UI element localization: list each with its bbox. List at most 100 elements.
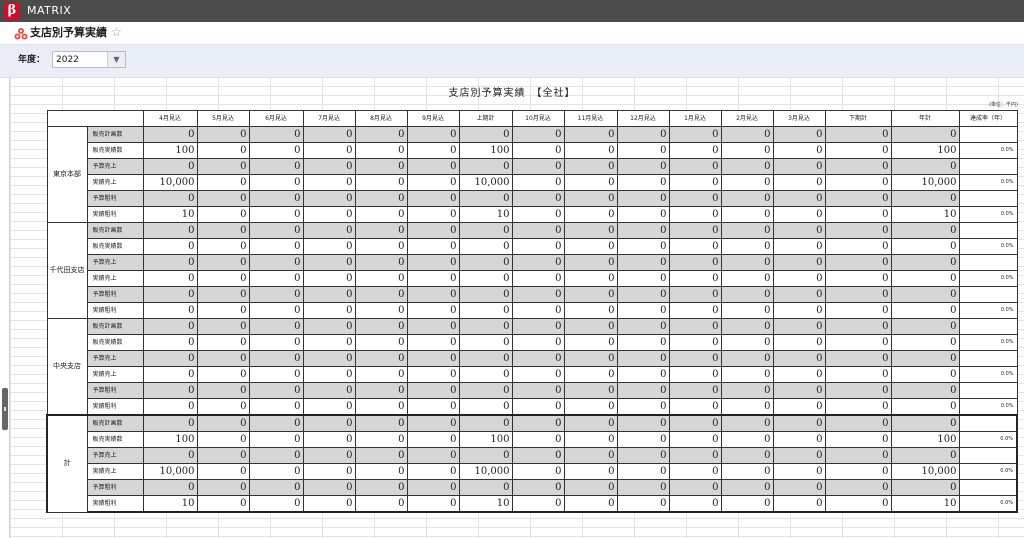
value-cell[interactable]: 0 — [720, 190, 774, 207]
achievement-rate-cell[interactable]: 0.0% — [958, 270, 1018, 287]
value-cell[interactable]: 0 — [772, 238, 826, 255]
value-cell[interactable]: 0 — [196, 174, 250, 191]
value-cell[interactable]: 0 — [196, 286, 250, 303]
value-cell[interactable]: 0 — [668, 334, 722, 351]
value-cell[interactable]: 0 — [406, 270, 460, 287]
value-cell[interactable]: 0 — [824, 206, 892, 223]
value-cell[interactable]: 0 — [406, 158, 460, 175]
value-cell[interactable]: 0 — [616, 463, 670, 480]
value-cell[interactable]: 0 — [458, 382, 513, 399]
value-cell[interactable]: 0 — [196, 270, 250, 287]
value-cell[interactable]: 0 — [824, 190, 892, 207]
value-cell[interactable]: 0 — [890, 382, 960, 399]
value-cell[interactable]: 0 — [616, 286, 670, 303]
value-cell[interactable]: 0 — [616, 431, 670, 448]
value-cell[interactable]: 0 — [302, 350, 356, 367]
value-cell[interactable]: 0 — [248, 254, 304, 271]
value-cell[interactable]: 0 — [824, 447, 892, 464]
value-cell[interactable]: 0 — [354, 479, 408, 496]
value-cell[interactable]: 0 — [302, 206, 356, 223]
value-cell[interactable]: 0 — [824, 238, 892, 255]
value-cell[interactable]: 0 — [563, 238, 618, 255]
value-cell[interactable]: 0 — [302, 431, 356, 448]
value-cell[interactable]: 0 — [196, 398, 250, 416]
value-cell[interactable]: 0 — [772, 318, 826, 335]
value-cell[interactable]: 0 — [616, 398, 670, 416]
value-cell[interactable]: 0 — [772, 222, 826, 239]
value-cell[interactable]: 0 — [668, 463, 722, 480]
value-cell[interactable]: 0 — [616, 479, 670, 496]
value-cell[interactable]: 0 — [511, 158, 565, 175]
value-cell[interactable]: 0 — [824, 463, 892, 480]
value-cell[interactable]: 0 — [511, 366, 565, 383]
value-cell[interactable]: 0 — [196, 334, 250, 351]
value-cell[interactable]: 0 — [616, 174, 670, 191]
value-cell[interactable]: 0 — [890, 334, 960, 351]
value-cell[interactable]: 0 — [824, 431, 892, 448]
value-cell[interactable]: 0 — [142, 302, 198, 319]
value-cell[interactable]: 0 — [302, 398, 356, 416]
value-cell[interactable]: 0 — [563, 318, 618, 335]
value-cell[interactable]: 0 — [354, 318, 408, 335]
value-cell[interactable]: 0 — [406, 398, 460, 416]
value-cell[interactable]: 0 — [616, 142, 670, 159]
value-cell[interactable]: 0 — [248, 270, 304, 287]
value-cell[interactable]: 0 — [302, 126, 356, 143]
value-cell[interactable]: 0 — [248, 318, 304, 335]
value-cell[interactable]: 0 — [668, 222, 722, 239]
value-cell[interactable]: 0 — [142, 479, 198, 496]
value-cell[interactable]: 0 — [890, 190, 960, 207]
value-cell[interactable]: 0 — [142, 270, 198, 287]
achievement-rate-cell[interactable]: 0.0% — [958, 302, 1018, 319]
achievement-rate-cell[interactable] — [958, 254, 1018, 271]
value-cell[interactable]: 0 — [563, 366, 618, 383]
value-cell[interactable]: 0 — [406, 238, 460, 255]
achievement-rate-cell[interactable] — [958, 286, 1018, 303]
value-cell[interactable]: 0 — [406, 463, 460, 480]
value-cell[interactable]: 0 — [511, 479, 565, 496]
value-cell[interactable]: 0 — [248, 126, 304, 143]
value-cell[interactable]: 0 — [248, 174, 304, 191]
value-cell[interactable]: 0 — [406, 286, 460, 303]
value-cell[interactable]: 0 — [302, 238, 356, 255]
value-cell[interactable]: 0 — [563, 447, 618, 464]
value-cell[interactable]: 0 — [511, 206, 565, 223]
value-cell[interactable]: 0 — [142, 350, 198, 367]
value-cell[interactable]: 0 — [248, 238, 304, 255]
value-cell[interactable]: 0 — [142, 238, 198, 255]
value-cell[interactable]: 0 — [668, 286, 722, 303]
chevron-down-icon[interactable]: ▼ — [107, 52, 125, 67]
value-cell[interactable]: 10 — [890, 495, 960, 513]
value-cell[interactable]: 0 — [354, 126, 408, 143]
app-logo-icon[interactable]: β — [4, 2, 20, 20]
achievement-rate-cell[interactable]: 0.0% — [958, 334, 1018, 351]
value-cell[interactable]: 0 — [196, 382, 250, 399]
value-cell[interactable]: 0 — [668, 447, 722, 464]
value-cell[interactable]: 0 — [406, 206, 460, 223]
value-cell[interactable]: 0 — [772, 174, 826, 191]
panel-resize-handle[interactable] — [2, 388, 8, 430]
value-cell[interactable]: 0 — [458, 158, 513, 175]
value-cell[interactable]: 0 — [563, 270, 618, 287]
value-cell[interactable]: 0 — [824, 222, 892, 239]
value-cell[interactable]: 0 — [248, 142, 304, 159]
value-cell[interactable]: 0 — [248, 302, 304, 319]
value-cell[interactable]: 0 — [196, 463, 250, 480]
value-cell[interactable]: 0 — [248, 431, 304, 448]
value-cell[interactable]: 0 — [772, 286, 826, 303]
value-cell[interactable]: 0 — [511, 254, 565, 271]
value-cell[interactable]: 0 — [354, 286, 408, 303]
value-cell[interactable]: 0 — [406, 318, 460, 335]
value-cell[interactable]: 0 — [890, 398, 960, 416]
value-cell[interactable]: 0 — [458, 222, 513, 239]
value-cell[interactable]: 0 — [890, 238, 960, 255]
value-cell[interactable]: 0 — [302, 270, 356, 287]
value-cell[interactable]: 0 — [563, 142, 618, 159]
value-cell[interactable]: 0 — [302, 302, 356, 319]
value-cell[interactable]: 0 — [196, 206, 250, 223]
value-cell[interactable]: 0 — [772, 382, 826, 399]
value-cell[interactable]: 0 — [563, 334, 618, 351]
achievement-rate-cell[interactable]: 0.0% — [958, 238, 1018, 255]
value-cell[interactable]: 0 — [720, 382, 774, 399]
value-cell[interactable]: 0 — [248, 286, 304, 303]
